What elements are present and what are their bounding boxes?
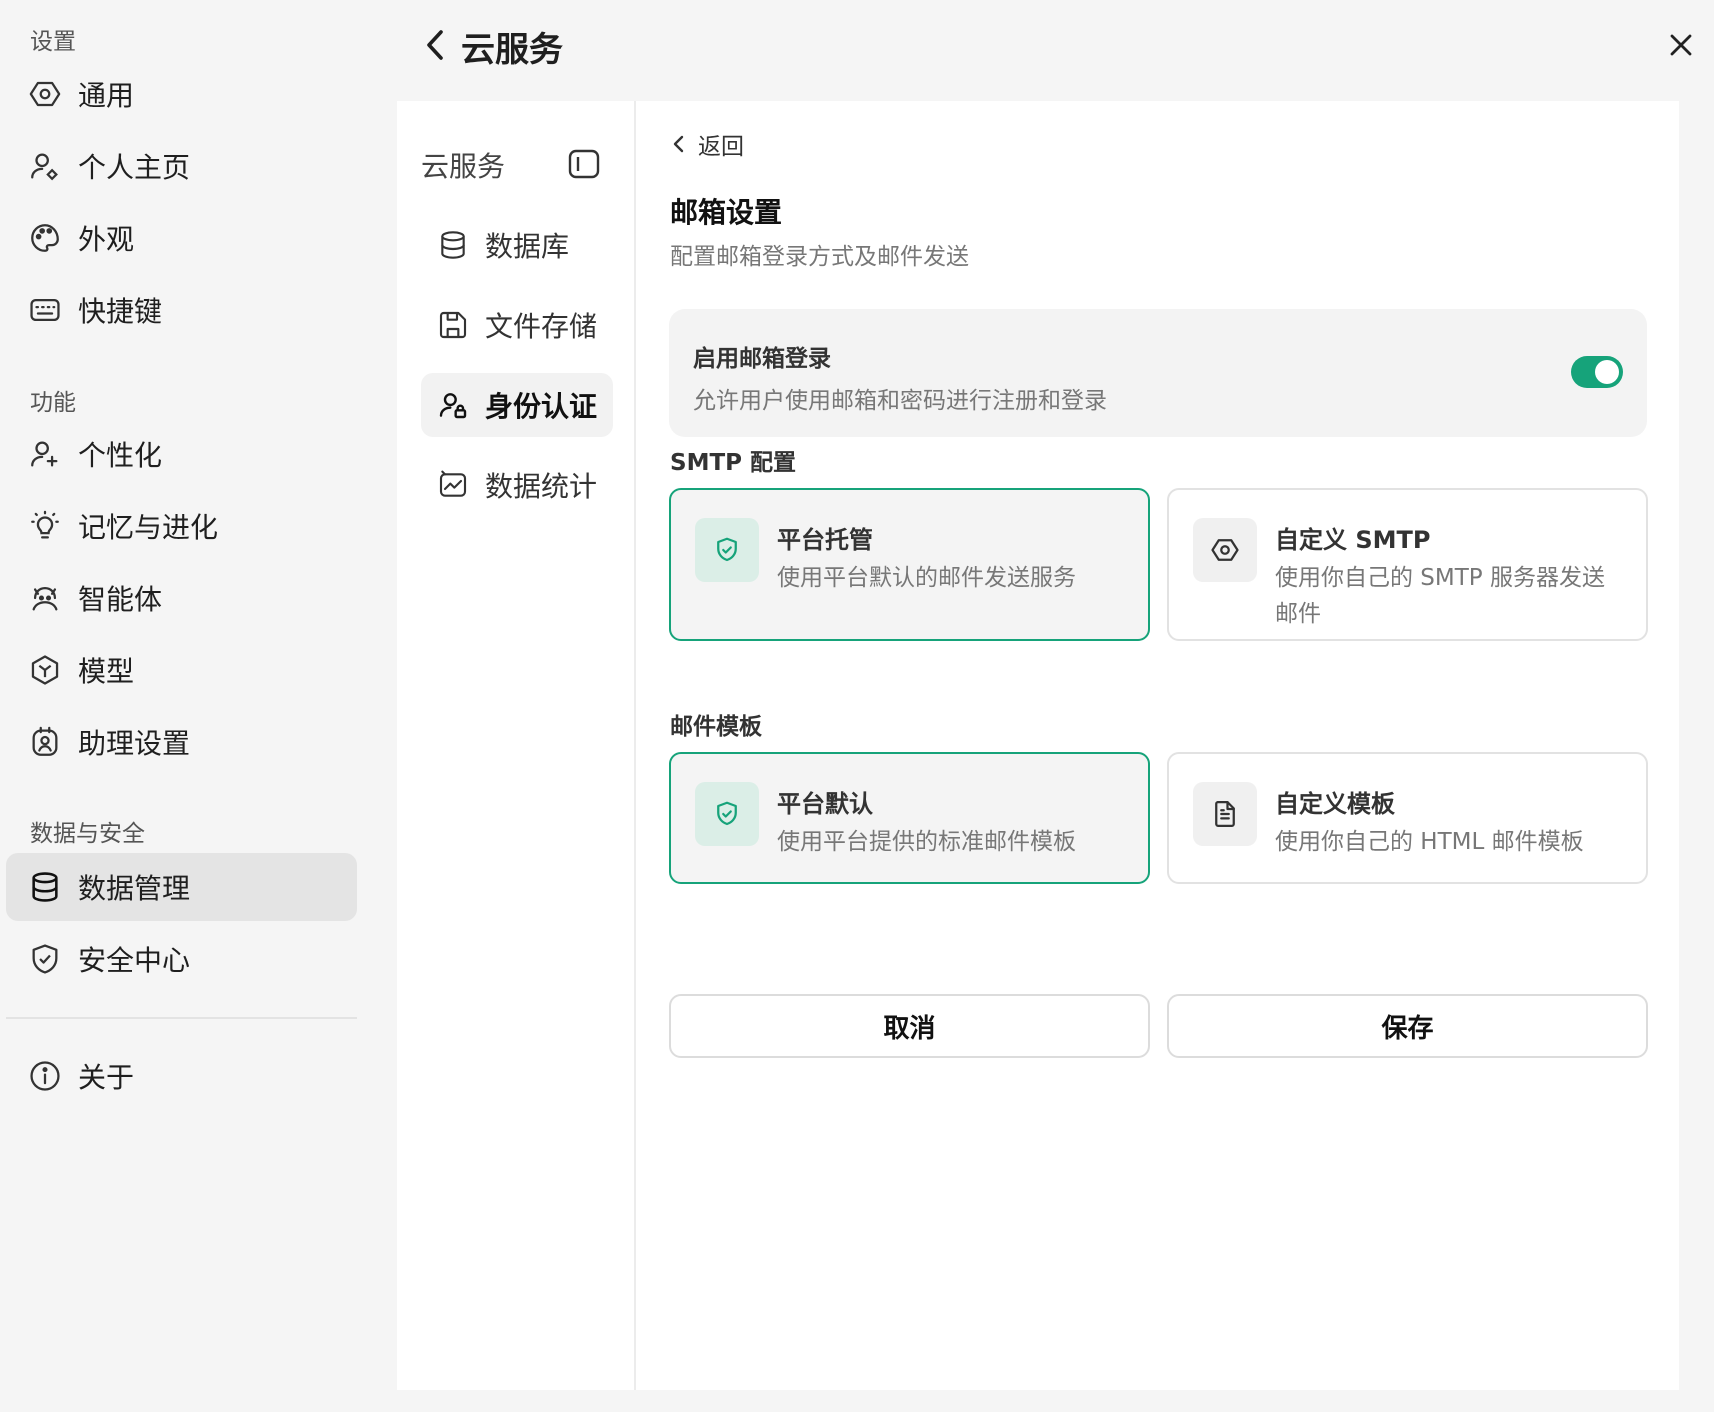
agent-icon: [28, 581, 62, 615]
sidebar-toggle-icon: [568, 149, 600, 179]
sidebar-item-shortcuts[interactable]: 快捷键: [6, 276, 357, 344]
option-title: 自定义 SMTP: [1275, 526, 1431, 554]
sidebar-item-data-management[interactable]: 数据管理: [6, 853, 357, 921]
sidebar-item-assistant-settings[interactable]: 助理设置: [6, 708, 357, 776]
chevron-left-icon: [668, 133, 690, 155]
content-panel: 云服务 数据库 文件存储 身份认证 数据统计 返回 邮箱设置 配置邮箱登录方式及…: [397, 101, 1679, 1390]
sidebar-item-agents[interactable]: 智能体: [6, 564, 357, 632]
subnav-title: 云服务: [421, 150, 506, 183]
save-button[interactable]: 保存: [1167, 994, 1648, 1058]
sidebar-item-label: 安全中心: [78, 944, 191, 977]
smtp-option-custom[interactable]: 自定义 SMTP 使用你自己的 SMTP 服务器发送邮件: [1167, 488, 1648, 641]
header-back-button[interactable]: [420, 26, 450, 64]
shield-check-icon: [717, 801, 737, 826]
option-title: 平台托管: [777, 526, 873, 554]
page-title: 云服务: [461, 30, 563, 70]
subnav-item-label: 数据库: [485, 230, 570, 263]
section-title-settings: 设置: [30, 29, 76, 55]
option-title: 平台默认: [777, 790, 873, 818]
sidebar-item-security-center[interactable]: 安全中心: [6, 925, 357, 993]
subnav-collapse-button[interactable]: [568, 149, 600, 179]
sidebar-item-personalization[interactable]: 个性化: [6, 420, 357, 488]
sidebar-item-label: 关于: [78, 1061, 135, 1094]
info-icon: [28, 1059, 62, 1093]
lightbulb-icon: [28, 509, 62, 543]
smtp-option-platform[interactable]: 平台托管 使用平台默认的邮件发送服务: [669, 488, 1150, 641]
sidebar-item-general[interactable]: 通用: [6, 60, 357, 128]
option-icon-badge: [695, 518, 759, 582]
sidebar-item-profile[interactable]: 个人主页: [6, 132, 357, 200]
subnav-item-label: 身份认证: [485, 390, 598, 423]
switch-knob: [1595, 360, 1619, 384]
option-icon-badge: [695, 782, 759, 846]
database-icon: [28, 870, 62, 904]
user-sparkle-icon: [28, 437, 62, 471]
sidebar-item-label: 智能体: [78, 583, 163, 616]
assistant-icon: [28, 725, 62, 759]
subnav-item-file-storage[interactable]: 文件存储: [421, 293, 613, 357]
subnav-item-label: 文件存储: [485, 310, 598, 343]
email-login-toggle-card: 启用邮箱登录 允许用户使用邮箱和密码进行注册和登录: [669, 309, 1647, 437]
user-lock-icon: [437, 389, 469, 421]
close-icon: [1670, 34, 1692, 56]
gear-icon: [1211, 539, 1239, 561]
section-title: 邮箱设置: [670, 196, 783, 229]
shield-icon: [28, 942, 62, 976]
user-icon: [28, 149, 62, 183]
cube-icon: [28, 653, 62, 687]
cancel-button[interactable]: 取消: [669, 994, 1150, 1058]
cloud-subnav: 云服务 数据库 文件存储 身份认证 数据统计: [397, 101, 636, 1390]
back-link[interactable]: 返回: [668, 127, 744, 161]
subnav-item-database[interactable]: 数据库: [421, 213, 613, 277]
option-title: 自定义模板: [1275, 790, 1395, 818]
back-link-label: 返回: [698, 134, 744, 160]
gear-icon: [28, 77, 62, 111]
sidebar-item-label: 助理设置: [78, 727, 191, 760]
option-description: 使用平台默认的邮件发送服务: [777, 565, 1076, 591]
option-icon-badge: [1193, 782, 1257, 846]
settings-sidebar: 设置 通用 个人主页 外观 快捷键 功能 个性化 记忆与进化 智能体 模型 助理…: [0, 0, 365, 1412]
chart-icon: [437, 469, 469, 501]
close-button[interactable]: [1666, 30, 1696, 60]
keyboard-icon: [28, 293, 62, 327]
toggle-title: 启用邮箱登录: [693, 346, 831, 372]
sidebar-item-label: 快捷键: [78, 295, 163, 328]
subnav-item-label: 数据统计: [485, 470, 598, 503]
sidebar-item-label: 外观: [78, 223, 135, 256]
sidebar-item-label: 模型: [78, 655, 135, 688]
save-icon: [437, 309, 469, 341]
shield-check-icon: [717, 537, 737, 562]
email-settings-main: 返回 邮箱设置 配置邮箱登录方式及邮件发送 启用邮箱登录 允许用户使用邮箱和密码…: [638, 101, 1679, 1390]
subnav-item-analytics[interactable]: 数据统计: [421, 453, 613, 517]
sidebar-item-models[interactable]: 模型: [6, 636, 357, 704]
subnav-item-authentication[interactable]: 身份认证: [421, 373, 613, 437]
option-description: 使用平台提供的标准邮件模板: [777, 829, 1076, 855]
option-description: 使用你自己的 HTML 邮件模板: [1275, 829, 1584, 855]
sidebar-item-label: 记忆与进化: [78, 511, 219, 544]
sidebar-item-label: 个人主页: [78, 151, 191, 184]
chevron-left-icon: [427, 30, 443, 60]
section-title-features: 功能: [30, 390, 76, 416]
option-icon-badge: [1193, 518, 1257, 582]
sidebar-item-appearance[interactable]: 外观: [6, 204, 357, 272]
sidebar-item-label: 数据管理: [78, 872, 191, 905]
email-template-label: 邮件模板: [670, 714, 762, 740]
sidebar-item-about[interactable]: 关于: [6, 1042, 357, 1110]
sidebar-item-label: 通用: [78, 79, 135, 112]
section-description: 配置邮箱登录方式及邮件发送: [670, 244, 969, 270]
sidebar-item-label: 个性化: [78, 439, 163, 472]
template-option-platform[interactable]: 平台默认 使用平台提供的标准邮件模板: [669, 752, 1150, 884]
sidebar-divider: [6, 1017, 357, 1019]
template-option-custom[interactable]: 自定义模板 使用你自己的 HTML 邮件模板: [1167, 752, 1648, 884]
option-description: 使用你自己的 SMTP 服务器发送邮件: [1275, 565, 1605, 627]
database-icon: [437, 229, 469, 261]
document-icon: [1215, 801, 1235, 827]
sidebar-item-memory[interactable]: 记忆与进化: [6, 492, 357, 560]
palette-icon: [28, 221, 62, 255]
toggle-description: 允许用户使用邮箱和密码进行注册和登录: [693, 388, 1107, 414]
section-title-data-security: 数据与安全: [30, 821, 145, 847]
smtp-config-label: SMTP 配置: [670, 450, 797, 476]
email-login-switch[interactable]: [1571, 356, 1623, 388]
